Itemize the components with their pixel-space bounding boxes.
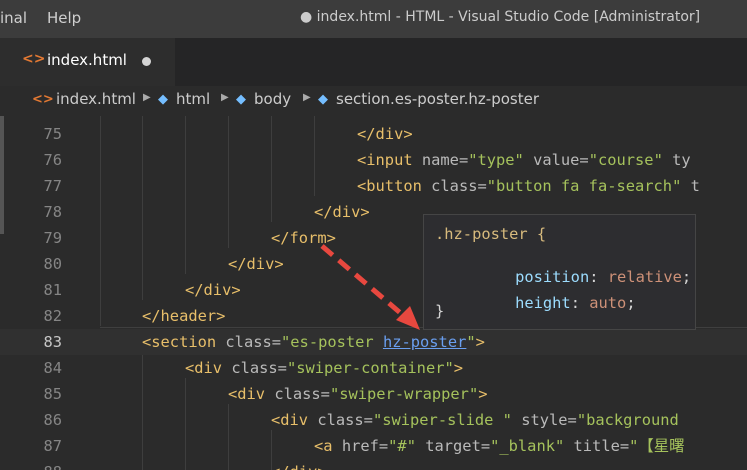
annotation-arrow — [320, 244, 420, 330]
annotation-arrow-line — [320, 244, 406, 318]
